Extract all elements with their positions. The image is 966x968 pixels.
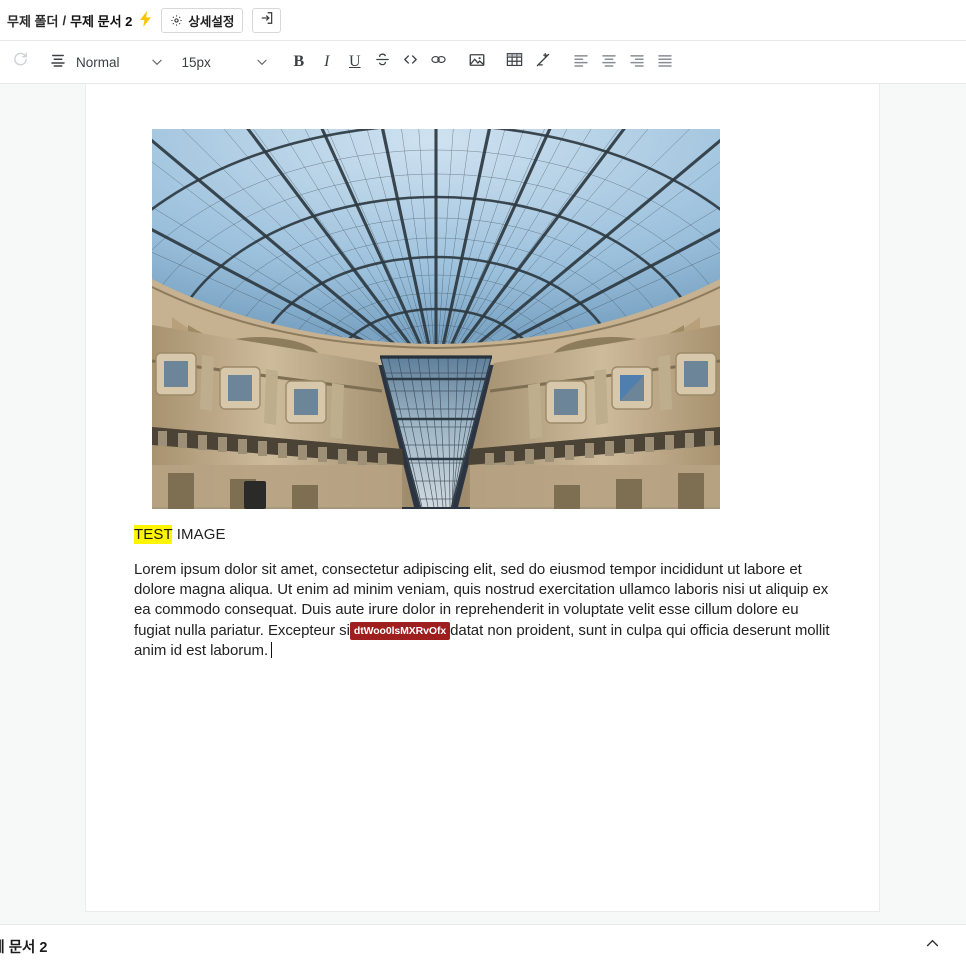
breadcrumb-folder[interactable]: 무제 폴더 <box>7 11 58 30</box>
strikethrough-icon <box>374 51 391 73</box>
align-left-icon <box>572 51 590 74</box>
bold-button[interactable]: B <box>285 48 313 76</box>
formula-button[interactable] <box>529 48 557 76</box>
font-size-value: 15px <box>181 54 211 70</box>
chevron-down-icon <box>144 55 170 69</box>
lightning-bolt-icon <box>139 10 152 30</box>
plus-minus-formula-icon <box>534 51 552 74</box>
breadcrumb-document[interactable]: 무제 문서 2 <box>70 11 132 30</box>
bottom-bar-document-title[interactable]: 무제 문서 2 <box>0 936 47 957</box>
align-left-button[interactable] <box>567 48 595 76</box>
paragraph-style-value: Normal <box>76 54 120 70</box>
align-justify-button[interactable] <box>651 48 679 76</box>
document-page[interactable]: TEST IMAGE Lorem ipsum dolor sit amet, c… <box>85 84 880 912</box>
redo-circular-arrow-icon <box>12 51 29 73</box>
redo-button[interactable] <box>6 48 34 76</box>
exit-button[interactable] <box>252 7 282 33</box>
editor-canvas: TEST IMAGE Lorem ipsum dolor sit amet, c… <box>0 84 966 924</box>
gear-icon <box>170 14 183 27</box>
strikethrough-button[interactable] <box>369 48 397 76</box>
top-bar: 무제 폴더 / 무제 문서 2 상세설정 <box>0 0 966 41</box>
collapse-button[interactable] <box>910 925 954 968</box>
code-button[interactable] <box>397 48 425 76</box>
heading-rest-text: IMAGE <box>172 526 226 543</box>
table-grid-icon <box>505 50 524 74</box>
insert-image-button[interactable] <box>463 48 491 76</box>
exit-door-icon <box>260 11 274 30</box>
link-chain-icon <box>429 50 448 74</box>
breadcrumb: 무제 폴더 / 무제 문서 2 <box>7 10 152 30</box>
detailed-settings-label: 상세설정 <box>188 14 235 29</box>
paragraph-style-select[interactable]: Normal <box>72 48 170 76</box>
font-size-select[interactable]: 15px <box>178 48 275 76</box>
underline-button[interactable]: U <box>341 48 369 76</box>
line-height-button[interactable] <box>44 48 72 76</box>
text-caret <box>271 642 273 659</box>
chevron-down-icon <box>249 55 275 69</box>
format-toolbar: Normal 15px B I U <box>0 41 966 84</box>
document-heading: TEST IMAGE <box>134 524 831 547</box>
bottom-bar: 무제 문서 2 <box>0 924 966 967</box>
underline-label: U <box>349 53 361 70</box>
align-right-button[interactable] <box>623 48 651 76</box>
align-center-button[interactable] <box>595 48 623 76</box>
highlighted-text: TEST <box>134 525 173 544</box>
breadcrumb-separator: / <box>62 12 67 28</box>
detailed-settings-button[interactable]: 상세설정 <box>161 7 244 33</box>
link-button[interactable] <box>425 48 453 76</box>
align-justify-icon <box>656 51 674 74</box>
line-height-icon <box>49 51 67 74</box>
align-center-icon <box>600 51 618 74</box>
document-paragraph[interactable]: Lorem ipsum dolor sit amet, consectetur … <box>134 560 831 662</box>
image-picture-icon <box>468 51 486 74</box>
code-brackets-icon <box>402 51 419 73</box>
inline-chip-badge[interactable]: dtWoo0lsMXRvOfx <box>349 621 451 640</box>
chevron-up-icon <box>924 935 941 957</box>
insert-table-button[interactable] <box>501 48 529 76</box>
document-image[interactable] <box>152 129 720 509</box>
align-right-icon <box>628 51 646 74</box>
italic-button[interactable]: I <box>313 48 341 76</box>
italic-label: I <box>324 53 330 70</box>
bold-label: B <box>293 53 305 70</box>
